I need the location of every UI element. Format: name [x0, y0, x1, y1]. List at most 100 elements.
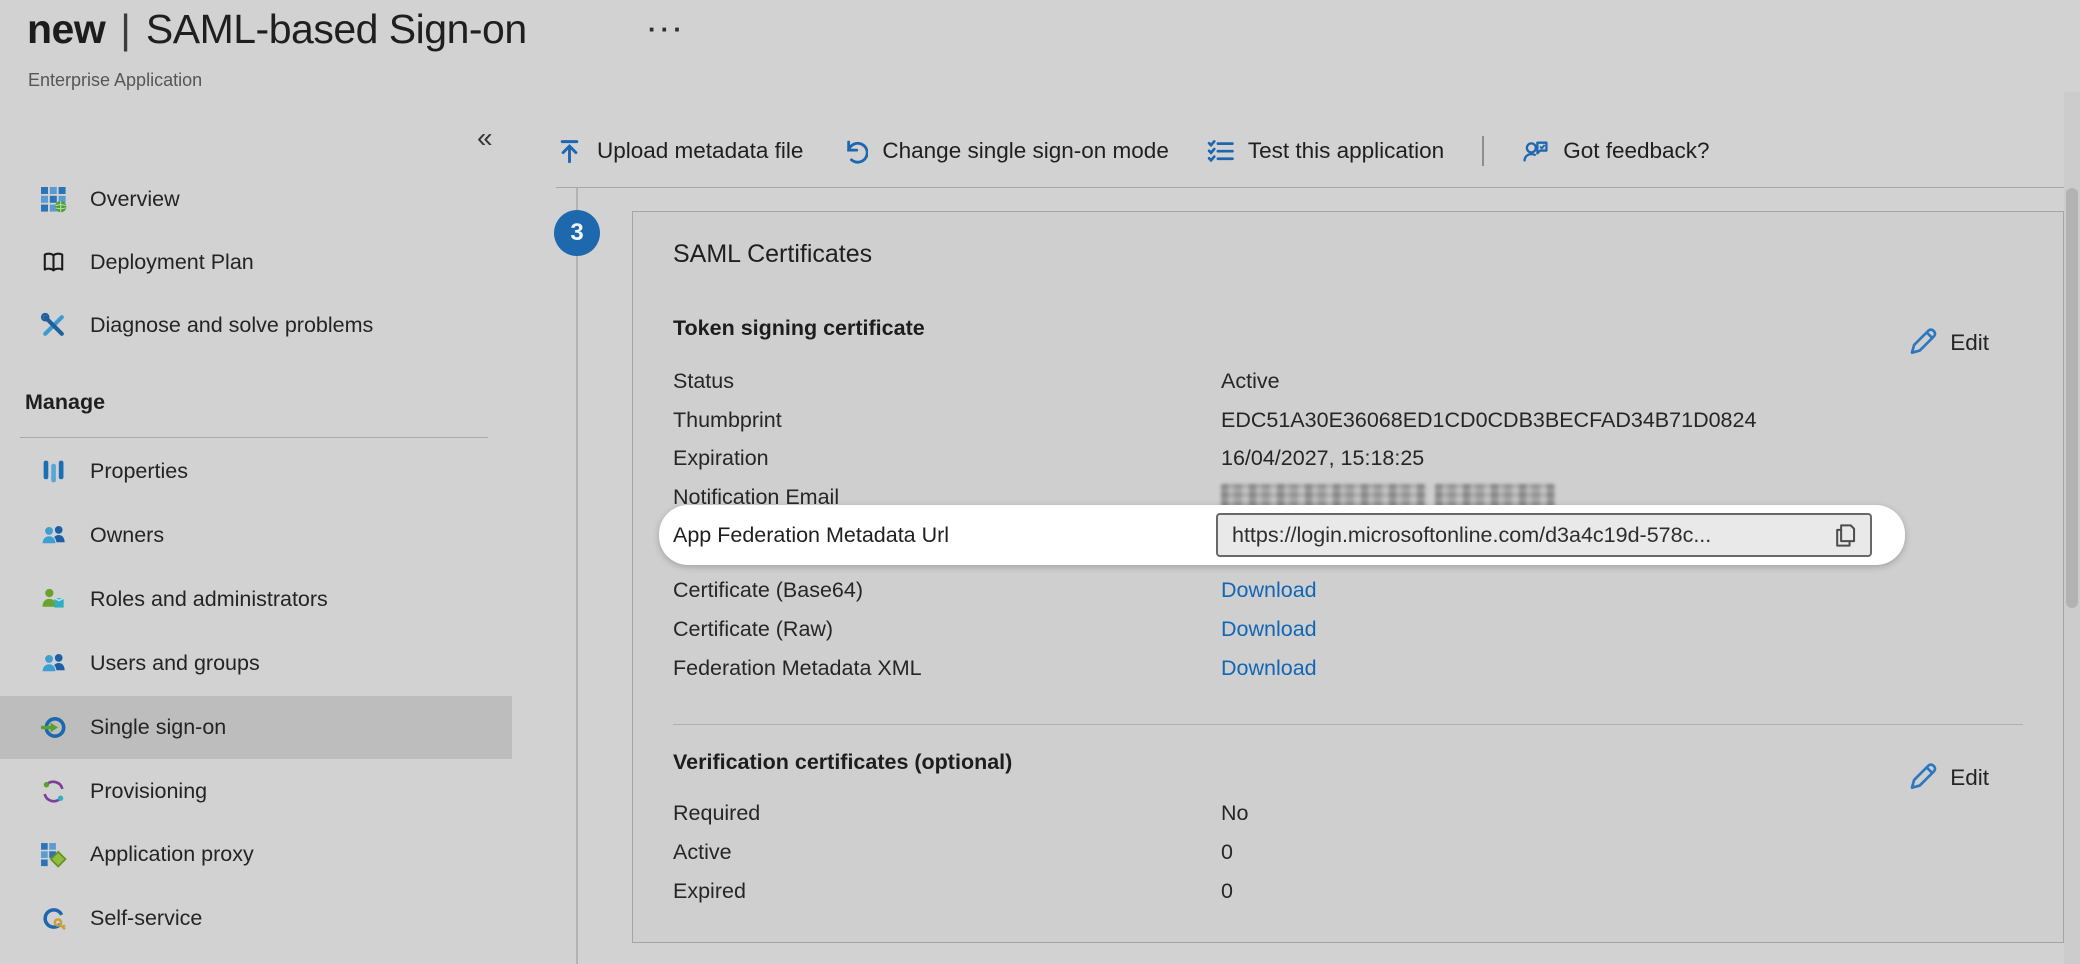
sidebar-item-label: Application proxy: [90, 842, 254, 867]
row-label: Required: [673, 801, 1221, 826]
scrollbar-track[interactable]: [2064, 92, 2080, 964]
toolbar-item-label: Got feedback?: [1563, 138, 1709, 164]
edit-token-certificate-button[interactable]: Edit: [1906, 324, 1989, 356]
sidebar: Overview Deployment Plan Diagnose and so…: [0, 0, 512, 964]
sidebar-item-label: Owners: [90, 523, 164, 548]
toolbar-item-label: Upload metadata file: [597, 138, 803, 164]
row-value: 0: [1221, 879, 2023, 904]
expiration-row: Expiration 16/04/2027, 15:18:25: [673, 439, 2023, 478]
sidebar-item-owners[interactable]: Owners: [0, 504, 512, 567]
toolbar-item-label: Change single sign-on mode: [882, 138, 1168, 164]
scrollbar-thumb[interactable]: [2066, 188, 2078, 608]
certificate-base64-row: Certificate (Base64) Download: [673, 571, 2023, 610]
people-icon: [40, 650, 67, 677]
sidebar-item-label: Provisioning: [90, 779, 207, 804]
row-value: No: [1221, 801, 2023, 826]
row-value: EDC51A30E36068ED1CD0CDB3BECFAD34B71D0824: [1221, 408, 2023, 433]
toolbar-divider: [556, 187, 2080, 188]
sidebar-item-label: Deployment Plan: [90, 250, 254, 275]
sidebar-item-label: Overview: [90, 187, 180, 212]
row-label: Expiration: [673, 446, 1221, 471]
sidebar-item-deployment-plan[interactable]: Deployment Plan: [0, 231, 512, 294]
tools-icon: [40, 312, 67, 339]
card-title: SAML Certificates: [673, 240, 872, 269]
pencil-icon: [1906, 759, 1938, 791]
sidebar-item-label: Properties: [90, 459, 188, 484]
token-signing-certificate-heading: Token signing certificate: [673, 316, 925, 341]
row-label: Federation Metadata XML: [673, 656, 1221, 681]
book-icon: [40, 249, 67, 276]
download-xml-link[interactable]: Download: [1221, 656, 1317, 680]
sidebar-item-diagnose[interactable]: Diagnose and solve problems: [0, 294, 512, 357]
change-sso-mode-button[interactable]: Change single sign-on mode: [841, 138, 1168, 165]
certificate-raw-row: Certificate (Raw) Download: [673, 610, 2023, 649]
download-raw-link[interactable]: Download: [1221, 617, 1317, 641]
single-sign-on-icon: [40, 714, 67, 741]
sidebar-divider: [20, 437, 488, 438]
sidebar-item-provisioning[interactable]: Provisioning: [0, 760, 512, 823]
row-label: Thumbprint: [673, 408, 1221, 433]
row-label: Status: [673, 369, 1221, 394]
people-icon: [40, 522, 67, 549]
self-service-key-icon: [40, 905, 67, 932]
checklist-icon: [1207, 138, 1234, 165]
row-value: 0: [1221, 840, 2023, 865]
step-3-badge: 3: [554, 210, 600, 256]
edit-button-label: Edit: [1950, 765, 1989, 791]
sidebar-item-label: Self-service: [90, 906, 202, 931]
feedback-person-icon: [1522, 138, 1549, 165]
saml-sso-blade: new|SAML-based Sign-on ··· Enterprise Ap…: [0, 0, 2080, 964]
pencil-icon: [1906, 324, 1938, 356]
overview-icon: [40, 186, 67, 213]
copy-icon[interactable]: [1831, 522, 1858, 549]
sidebar-item-self-service[interactable]: Self-service: [0, 887, 512, 950]
more-menu-icon[interactable]: ···: [648, 14, 686, 45]
saml-certificates-card: SAML Certificates Token signing certific…: [632, 211, 2064, 943]
section-divider: [673, 724, 2023, 725]
sidebar-item-label: Diagnose and solve problems: [90, 313, 373, 338]
got-feedback-button[interactable]: Got feedback?: [1522, 138, 1709, 165]
provisioning-icon: [40, 778, 67, 805]
edit-verification-certificates-button[interactable]: Edit: [1906, 759, 1989, 791]
federation-metadata-xml-row: Federation Metadata XML Download: [673, 649, 2023, 688]
toolbar-separator: [1482, 136, 1484, 166]
sidebar-item-label: Users and groups: [90, 651, 260, 676]
sidebar-item-single-sign-on[interactable]: Single sign-on: [0, 696, 512, 759]
status-row: Status Active: [673, 362, 2023, 401]
sidebar-item-label: Roles and administrators: [90, 587, 328, 612]
row-label: Expired: [673, 879, 1221, 904]
active-row: Active 0: [673, 833, 2023, 872]
metadata-url-input[interactable]: [1216, 513, 1872, 557]
sidebar-item-overview[interactable]: Overview: [0, 168, 512, 231]
row-label: Active: [673, 840, 1221, 865]
sidebar-item-roles[interactable]: Roles and administrators: [0, 568, 512, 631]
required-row: Required No: [673, 794, 2023, 833]
verification-certificates-heading: Verification certificates (optional): [673, 750, 1012, 775]
sidebar-item-label: Single sign-on: [90, 715, 226, 740]
thumbprint-row: Thumbprint EDC51A30E36068ED1CD0CDB3BECFA…: [673, 401, 2023, 440]
edit-button-label: Edit: [1950, 330, 1989, 356]
app-proxy-icon: [40, 841, 67, 868]
row-value: Active: [1221, 369, 2023, 394]
role-person-icon: [40, 586, 67, 613]
upload-metadata-button[interactable]: Upload metadata file: [556, 138, 803, 165]
sidebar-item-properties[interactable]: Properties: [0, 440, 512, 503]
step-timeline: [576, 188, 578, 964]
toolbar-item-label: Test this application: [1248, 138, 1444, 164]
sidebar-section-manage: Manage: [25, 390, 105, 415]
row-label: App Federation Metadata Url: [673, 523, 949, 548]
sidebar-item-application-proxy[interactable]: Application proxy: [0, 823, 512, 886]
collapse-menu-icon[interactable]: «: [477, 122, 493, 154]
undo-arrow-icon: [841, 138, 868, 165]
properties-icon: [40, 458, 67, 485]
row-label: Certificate (Base64): [673, 578, 1221, 603]
test-application-button[interactable]: Test this application: [1207, 138, 1444, 165]
download-base64-link[interactable]: Download: [1221, 578, 1317, 602]
row-label: Certificate (Raw): [673, 617, 1221, 642]
sidebar-item-users-groups[interactable]: Users and groups: [0, 632, 512, 695]
command-bar: Upload metadata file Change single sign-…: [556, 128, 1710, 174]
expired-row: Expired 0: [673, 872, 2023, 911]
app-federation-metadata-url-row-highlight: App Federation Metadata Url: [659, 505, 1905, 565]
upload-icon: [556, 138, 583, 165]
row-value: 16/04/2027, 15:18:25: [1221, 446, 2023, 471]
